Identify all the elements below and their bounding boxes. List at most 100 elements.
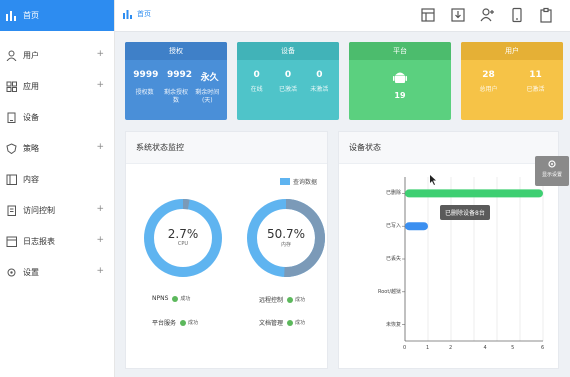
category-label: 已删除	[385, 190, 401, 197]
card-value: 0	[284, 70, 292, 80]
sidebar-item-device[interactable]: 设备	[0, 102, 114, 133]
expand-icon[interactable]: +	[96, 204, 104, 214]
sidebar-item-label: 用户	[23, 51, 39, 60]
sidebar-item-label: 内容	[23, 175, 39, 184]
service-status-npns: NPNS 成功	[152, 295, 190, 302]
category-label: 未恢复	[385, 321, 401, 328]
device-status-panel: 设备状态	[338, 131, 559, 369]
card-label: 剩余时间(天)	[195, 89, 220, 104]
sidebar-item-gear[interactable]: 设置 +	[0, 257, 114, 288]
expand-icon[interactable]: +	[96, 49, 104, 59]
sidebar-item-report[interactable]: 日志报表 +	[0, 226, 114, 257]
service-name: NPNS	[152, 295, 169, 302]
service-status-platform: 平台服务 成功	[152, 318, 198, 327]
status-dot	[180, 319, 187, 326]
card-value: 11	[529, 70, 542, 80]
display-settings-button[interactable]: 显示设置	[535, 156, 569, 186]
service-status: 成功	[295, 297, 306, 303]
x-tick-label: 6	[541, 345, 545, 351]
category-label: 已写入	[385, 223, 401, 230]
sidebar-item-label: 首页	[23, 11, 39, 20]
device-icon	[7, 112, 16, 123]
bar-chart-icon	[123, 10, 132, 19]
sidebar-item-access[interactable]: 访问控制 +	[0, 195, 114, 226]
card-label: 已激活	[278, 86, 297, 93]
x-tick-label: 5	[511, 345, 515, 351]
mobile-icon[interactable]	[509, 7, 525, 23]
layout-icon[interactable]	[420, 7, 436, 23]
top-bar: 首页	[115, 0, 570, 32]
bar-chart-icon	[6, 11, 16, 21]
card-value: 0	[253, 70, 260, 80]
report-icon	[6, 236, 17, 247]
x-tick-label: 4	[483, 345, 487, 351]
service-status: 成功	[180, 296, 191, 302]
system-status-title: 系统状态监控	[126, 132, 327, 164]
sidebar-item-label: 应用	[23, 82, 39, 91]
service-name: 文档管理	[259, 320, 284, 327]
shield-icon	[6, 143, 17, 154]
card-value: 9992	[166, 70, 193, 80]
sidebar: 首页用户 + 应用 + 设备策略 + 内容访问控制 + 日志报表 + 设置 +	[0, 0, 115, 377]
summary-card-0[interactable]: 授权 9999 9992 永久 授权数 剩余授权数 剩余时间(天)	[125, 42, 227, 120]
x-tick-label: 1	[426, 345, 430, 351]
service-name: 远程控制	[259, 297, 284, 304]
status-dot	[172, 295, 179, 302]
card-label: 剩余授权数	[163, 89, 188, 104]
expand-icon[interactable]: +	[96, 142, 104, 152]
cpu-readout: 2.7% CPU	[153, 227, 213, 247]
sidebar-item-grid[interactable]: 应用 +	[0, 71, 114, 102]
category-label: Root/越狱	[377, 288, 401, 295]
service-status: 成功	[188, 320, 199, 326]
summary-card-1[interactable]: 设备 0 0 0 在线 已激活 未激活	[237, 42, 339, 120]
service-status: 成功	[295, 320, 306, 326]
sidebar-item-label: 策略	[23, 144, 39, 153]
status-dot	[287, 319, 294, 326]
sidebar-item-content[interactable]: 内容	[0, 164, 114, 195]
add-user-icon[interactable]	[479, 7, 495, 23]
category-label: 已丢失	[385, 256, 401, 262]
legend-swatch	[279, 178, 290, 185]
cursor-icon	[430, 175, 436, 185]
display-settings-label: 显示设置	[541, 172, 562, 178]
card-value: 0	[316, 70, 323, 80]
content-icon	[6, 174, 17, 185]
expand-icon[interactable]: +	[96, 80, 104, 90]
card-label: 授权数	[135, 89, 154, 96]
summary-card-2[interactable]: 平台 19	[349, 42, 451, 120]
expand-icon[interactable]: +	[96, 235, 104, 245]
sidebar-item-user[interactable]: 用户 +	[0, 40, 114, 71]
card-title: 用户	[461, 42, 563, 60]
card-title: 授权	[125, 42, 227, 60]
card-label: 已激活	[526, 86, 545, 93]
chart-tooltip: 已删除设备8台	[440, 205, 490, 220]
sidebar-item-bar-chart[interactable]: 首页	[0, 0, 114, 31]
card-value: 9999	[133, 70, 159, 80]
clipboard-icon[interactable]	[538, 7, 554, 23]
card-value: 19	[394, 91, 406, 100]
sidebar-item-shield[interactable]: 策略 +	[0, 133, 114, 164]
card-title: 设备	[237, 42, 339, 60]
gear-icon	[548, 160, 556, 168]
memory-readout: 50.7% 内存	[256, 227, 316, 248]
card-value: 28	[482, 70, 495, 80]
download-doc-icon[interactable]	[450, 7, 466, 23]
cpu-label: CPU	[177, 241, 189, 247]
gear-icon	[7, 268, 16, 277]
sidebar-item-label: 访问控制	[23, 206, 55, 215]
expand-icon[interactable]: +	[96, 266, 104, 276]
access-icon	[7, 205, 16, 216]
sidebar-item-label: 设置	[23, 268, 39, 277]
system-status-panel: 系统状态监控 查询数据 2.7% CPU 50.7% 内存 NPNS 成功 远程…	[125, 131, 328, 369]
breadcrumb[interactable]: 首页	[123, 9, 151, 19]
memory-value: 50.7%	[266, 227, 306, 241]
chart-legend[interactable]: 查询数据	[279, 177, 317, 186]
sidebar-item-label: 日志报表	[23, 237, 55, 246]
user-icon	[6, 50, 17, 61]
android-icon	[349, 70, 451, 88]
summary-card-3[interactable]: 用户 28 11 总用户 已激活	[461, 42, 563, 120]
card-label: 未激活	[310, 86, 329, 93]
breadcrumb-label: 首页	[137, 10, 151, 18]
status-dot	[287, 296, 294, 303]
x-tick-label: 2	[449, 345, 453, 351]
